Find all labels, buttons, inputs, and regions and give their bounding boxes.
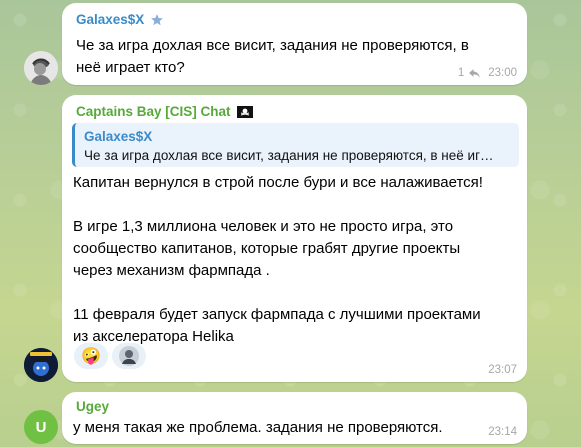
message-bubble[interactable]: Galaxes$X Че за игра дохлая все висит, з…	[62, 3, 527, 85]
reactions: 🤪	[74, 343, 146, 369]
avatar-letter: U	[35, 418, 47, 436]
message-bubble[interactable]: Captains Bay [CIS] Chat Galaxes$X Че за …	[62, 95, 527, 382]
message-sender[interactable]: Captains Bay [CIS] Chat	[76, 104, 253, 119]
message-meta: 1 23:00	[458, 67, 517, 79]
message-bubble[interactable]: Ugey у меня такая же проблема. задания н…	[62, 392, 527, 444]
quote-text: Че за игра дохлая все висит, задания не …	[84, 148, 494, 163]
user-avatar-image	[24, 51, 58, 85]
message-meta: 23:14	[488, 426, 517, 438]
avatar[interactable]: U	[24, 410, 58, 444]
captains-bay-logo-icon	[24, 348, 58, 382]
quote-sender: Galaxes$X	[84, 129, 153, 144]
message-time: 23:14	[488, 426, 517, 438]
message-text: у меня такая же проблема. задания не про…	[73, 419, 443, 436]
replies-count[interactable]: 1	[458, 67, 464, 79]
sender-name[interactable]: Galaxes$X	[76, 12, 144, 27]
reply-quote[interactable]: Galaxes$X Че за игра дохлая все висит, з…	[72, 123, 519, 167]
star-icon	[151, 13, 164, 25]
message-sender[interactable]: Galaxes$X	[76, 12, 164, 27]
crazy-face-icon: 🤪	[81, 348, 101, 365]
pirate-flag-icon	[236, 105, 253, 118]
reaction-user[interactable]	[112, 343, 146, 369]
message-text: Че за игра дохлая все висит, задания не …	[76, 37, 469, 76]
message-text: Капитан вернулся в строй после бури и вс…	[73, 174, 483, 345]
message-time: 23:07	[488, 364, 517, 376]
reactor-avatar-icon	[119, 346, 139, 366]
sender-name[interactable]: Captains Bay [CIS] Chat	[76, 104, 231, 119]
reply-arrow-icon[interactable]	[468, 68, 481, 79]
message-sender[interactable]: Ugey	[76, 399, 109, 414]
reaction-emoji[interactable]: 🤪	[74, 343, 108, 369]
message-time: 23:00	[488, 67, 517, 79]
message-meta: 23:07	[488, 364, 517, 376]
avatar[interactable]	[24, 348, 58, 382]
sender-name[interactable]: Ugey	[76, 399, 109, 414]
avatar[interactable]	[24, 51, 58, 85]
